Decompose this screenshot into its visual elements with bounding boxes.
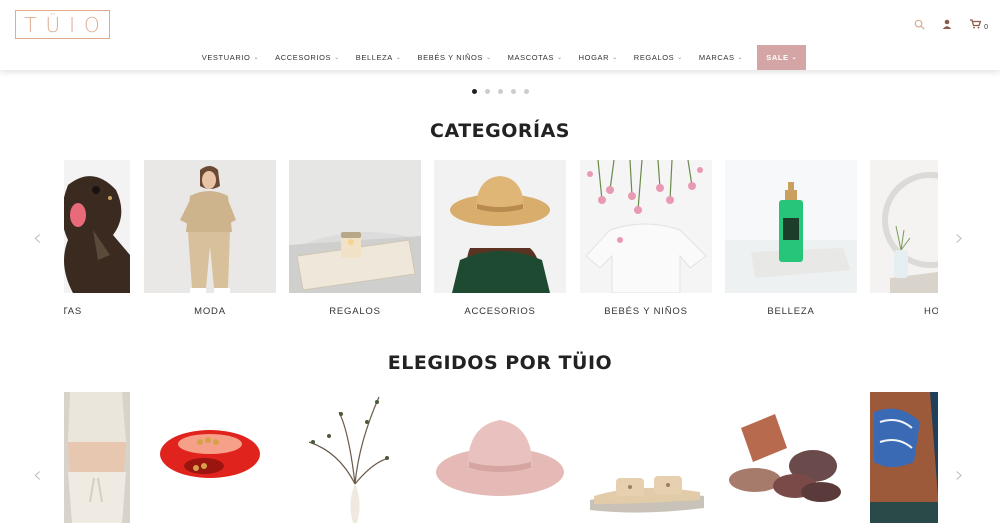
categories-next-arrow[interactable]: ›	[955, 226, 964, 251]
category-label: HOG	[923, 306, 938, 317]
category-label: COTAS	[64, 306, 83, 317]
categories-carousel: COTAS MODA	[64, 160, 938, 335]
featured-carousel	[64, 392, 938, 523]
nav-item-label: REGALOS	[633, 52, 675, 62]
nav-item-marcas[interactable]: MARCAS ⌄	[691, 45, 751, 69]
product-image-soap-stones	[725, 392, 857, 523]
nav-item-label: MASCOTAS	[507, 52, 554, 62]
category-label: MODA	[194, 306, 226, 317]
category-label: BEBÉS Y NIÑOS	[604, 306, 688, 317]
nav-item-mascotas[interactable]: MASCOTAS ⌄	[500, 45, 571, 69]
nav-item-regalos[interactable]: REGALOS ⌄	[626, 45, 691, 69]
product-image-pink-hat	[434, 392, 566, 523]
nav-item-belleza[interactable]: BELLEZA ⌄	[348, 45, 410, 69]
chevron-down-icon: ⌄	[791, 54, 798, 61]
nav-item-label: ACCESORIOS	[275, 52, 332, 62]
chevron-down-icon: ⌄	[253, 54, 260, 61]
slider-dots	[0, 89, 1000, 94]
header-icons: 0	[912, 17, 988, 31]
product-card[interactable]	[725, 392, 857, 523]
category-card-belleza[interactable]: BELLEZA	[725, 160, 857, 335]
product-card[interactable]	[870, 392, 938, 523]
featured-next-arrow[interactable]: ›	[955, 463, 964, 488]
category-image-dog	[64, 160, 130, 293]
product-image-swimwear	[870, 392, 938, 523]
chevron-down-icon: ⌄	[334, 54, 340, 61]
nav-item-vestuario[interactable]: VESTUARIO ⌄	[194, 45, 267, 69]
slider-dot[interactable]	[484, 89, 490, 94]
nav-item-label: SALE	[766, 52, 789, 62]
product-card[interactable]	[289, 392, 421, 523]
slider-dot[interactable]	[497, 89, 503, 94]
nav-item-label: MARCAS	[698, 52, 735, 62]
main-nav: VESTUARIO ⌄ ACCESORIOS ⌄ BELLEZA ⌄ BEBÉS Y …	[0, 44, 1000, 70]
featured-prev-arrow[interactable]: ‹	[33, 463, 42, 488]
category-image-bebes	[580, 160, 712, 293]
category-image-regalos	[289, 160, 421, 293]
category-label: ACCESORIOS	[464, 306, 536, 317]
chevron-down-icon: ⌄	[612, 54, 618, 61]
product-image-vase	[289, 392, 421, 523]
product-card[interactable]	[144, 392, 276, 523]
logo-text: TÜIO	[24, 12, 109, 37]
nav-item-sale[interactable]: SALE ⌄	[757, 44, 807, 70]
category-card-accesorios[interactable]: ACCESORIOS	[434, 160, 566, 335]
user-icon[interactable]	[940, 17, 954, 31]
brand-logo[interactable]: TÜIO	[15, 10, 110, 39]
cart-icon[interactable]	[968, 17, 982, 31]
nav-item-label: BEBÉS Y NIÑOS	[417, 52, 484, 62]
chevron-down-icon: ⌄	[486, 54, 492, 61]
nav-item-label: BELLEZA	[355, 52, 393, 62]
featured-title: ELEGIDOS POR TÜIO	[387, 352, 613, 374]
category-card-bebes-y-ninos[interactable]: BEBÉS Y NIÑOS	[580, 160, 712, 335]
nav-item-label: HOGAR	[578, 52, 610, 62]
product-image-knit-set	[64, 392, 130, 523]
slider-dot[interactable]	[471, 89, 477, 94]
chevron-down-icon: ⌄	[677, 54, 683, 61]
product-image-sandals	[580, 392, 712, 523]
slider-dot[interactable]	[510, 89, 516, 94]
chevron-down-icon: ⌄	[737, 54, 744, 61]
category-card-moda[interactable]: MODA	[144, 160, 276, 335]
category-label: REGALOS	[329, 306, 381, 317]
nav-item-bebes-y-ninos[interactable]: BEBÉS Y NIÑOS ⌄	[410, 45, 500, 69]
category-image-accesorios	[434, 160, 566, 293]
product-card[interactable]	[64, 392, 130, 523]
nav-item-hogar[interactable]: HOGAR ⌄	[571, 45, 626, 69]
category-label: BELLEZA	[767, 306, 815, 317]
category-card-hogar[interactable]: HOG	[870, 160, 938, 335]
chevron-down-icon: ⌄	[557, 54, 563, 61]
search-icon[interactable]	[912, 17, 926, 31]
category-card-regalos[interactable]: REGALOS	[289, 160, 421, 335]
nav-item-label: VESTUARIO	[201, 52, 251, 62]
chevron-down-icon: ⌄	[395, 54, 402, 61]
slider-dot[interactable]	[523, 89, 529, 94]
category-image-moda	[144, 160, 276, 293]
product-card[interactable]	[580, 392, 712, 523]
product-card[interactable]	[434, 392, 566, 523]
nav-item-accesorios[interactable]: ACCESORIOS ⌄	[267, 45, 348, 69]
cart-count: 0	[984, 23, 988, 31]
site-header: TÜIO 0 VESTUARIO ⌄ ACCESORIOS ⌄ BELLEZA ⌄ B…	[0, 0, 1000, 70]
product-image-red-bowl	[144, 392, 276, 523]
categories-title: CATEGORÍAS	[430, 120, 570, 142]
categories-prev-arrow[interactable]: ‹	[33, 226, 42, 251]
category-image-belleza	[725, 160, 857, 293]
category-card-mascotas[interactable]: COTAS	[64, 160, 130, 335]
category-image-hogar	[870, 160, 938, 293]
